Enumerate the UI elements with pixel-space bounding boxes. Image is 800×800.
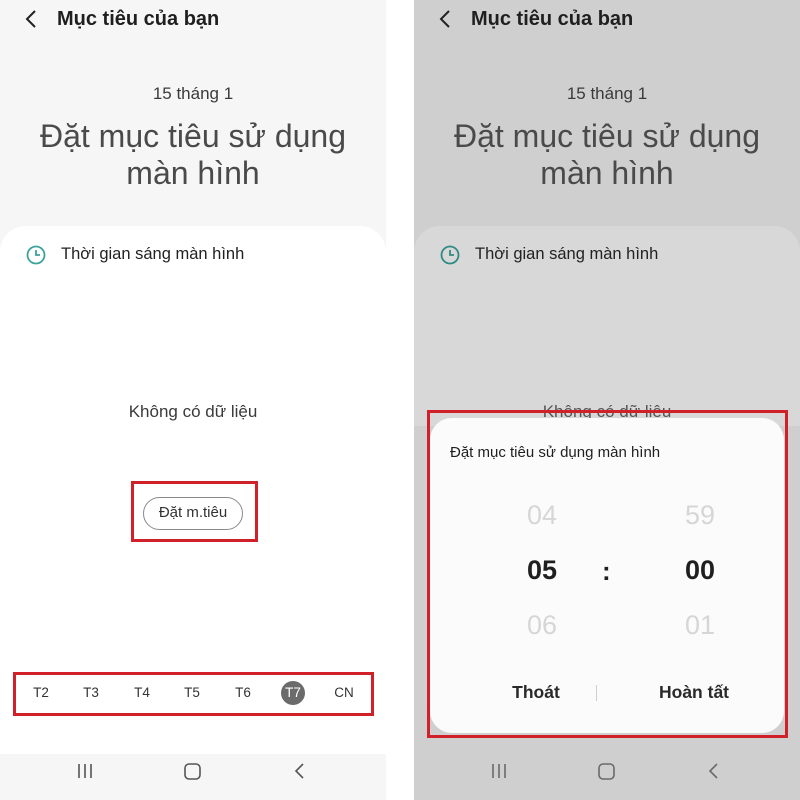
home-icon[interactable] <box>183 762 202 781</box>
day-item-t6[interactable]: T6 <box>228 673 258 713</box>
screen-left: Mục tiêu của bạn 15 tháng 1 Đặt mục tiêu… <box>0 0 386 800</box>
header: Mục tiêu của bạn <box>0 0 386 40</box>
screen-right: Mục tiêu của bạn 15 tháng 1 Đặt mục tiêu… <box>414 0 800 800</box>
back-nav-icon[interactable] <box>293 762 307 780</box>
day-item-t4[interactable]: T4 <box>127 673 157 713</box>
goal-heading: Đặt mục tiêu sử dụng màn hình <box>39 118 346 191</box>
back-nav-icon[interactable] <box>707 762 721 780</box>
minute-selected[interactable]: 00 <box>660 555 740 586</box>
day-item-t2[interactable]: T2 <box>26 673 56 713</box>
day-item-t5[interactable]: T5 <box>177 673 207 713</box>
navigation-bar <box>414 748 800 800</box>
back-arrow-icon[interactable] <box>436 8 456 30</box>
goal-heading: Đặt mục tiêu sử dụng màn hình <box>453 118 760 191</box>
day-selector: T2 T3 T4 T5 T6 T7 CN <box>14 673 374 716</box>
hour-next[interactable]: 06 <box>502 610 582 641</box>
clock-icon <box>26 245 46 265</box>
set-goal-button[interactable]: Đặt m.tiêu <box>143 497 243 530</box>
day-item-t3[interactable]: T3 <box>76 673 106 713</box>
navigation-bar <box>0 748 386 800</box>
header: Mục tiêu của bạn <box>414 0 800 40</box>
no-data-text: Không có dữ liệu <box>128 402 258 421</box>
time-separator: : <box>602 556 611 586</box>
recent-apps-icon[interactable] <box>490 762 508 780</box>
minute-prev[interactable]: 59 <box>660 500 740 531</box>
goal-time-dialog: Đặt mục tiêu sử dụng màn hình 04 05 06 :… <box>430 418 784 733</box>
clock-icon <box>440 245 460 265</box>
date-label: 15 tháng 1 <box>566 84 648 103</box>
date-label: 15 tháng 1 <box>152 84 234 103</box>
screen-time-label: Thời gian sáng màn hình <box>475 245 659 263</box>
hour-prev[interactable]: 04 <box>502 500 582 531</box>
done-button[interactable]: Hoàn tất <box>634 682 754 703</box>
page-title: Mục tiêu của bạn <box>471 8 634 30</box>
back-arrow-icon[interactable] <box>22 8 42 30</box>
minute-next[interactable]: 01 <box>660 610 740 641</box>
day-item-t7[interactable]: T7 <box>278 673 308 713</box>
cancel-button[interactable]: Thoát <box>476 682 596 703</box>
home-icon[interactable] <box>597 762 616 781</box>
screen-time-label: Thời gian sáng màn hình <box>61 245 245 263</box>
recent-apps-icon[interactable] <box>76 762 94 780</box>
button-divider <box>596 685 597 701</box>
page-title: Mục tiêu của bạn <box>57 8 220 30</box>
dialog-title: Đặt mục tiêu sử dụng màn hình <box>450 444 661 461</box>
hour-selected[interactable]: 05 <box>502 555 582 586</box>
day-item-cn[interactable]: CN <box>329 673 359 713</box>
